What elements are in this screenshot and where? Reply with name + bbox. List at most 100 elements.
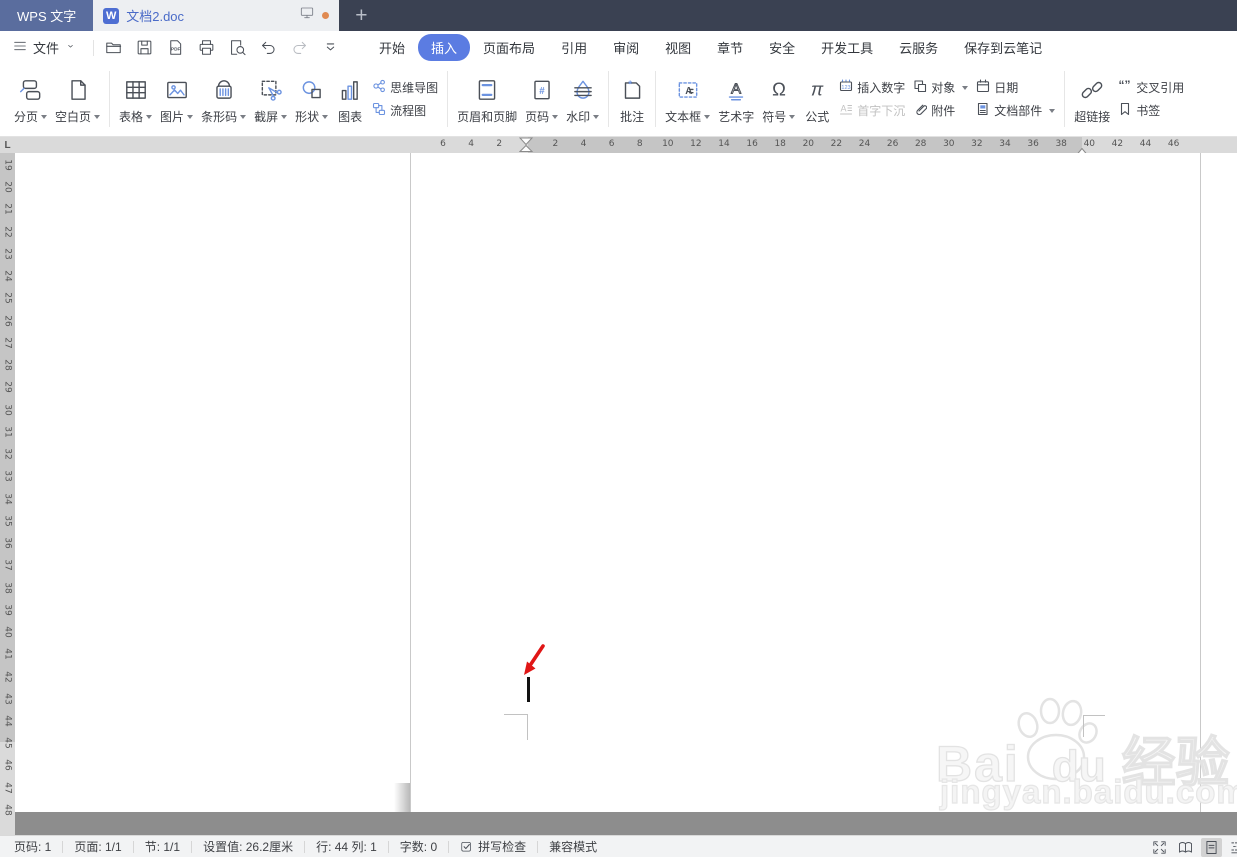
v-ruler-number: 42 — [2, 670, 13, 683]
h-ruler-number: 34 — [999, 139, 1011, 149]
monitor-icon — [301, 7, 314, 19]
line-col-status[interactable]: 行: 44 列: 1 — [316, 838, 377, 855]
v-ruler-number: 23 — [2, 248, 13, 260]
mindmap-button[interactable]: 思维导图 — [372, 79, 438, 96]
formula-label-row: 公式 — [805, 108, 829, 125]
hyperlink-button[interactable]: 超链接 — [1070, 68, 1114, 130]
tab-insert[interactable]: 插入 — [418, 34, 471, 61]
flowchart-button[interactable]: 流程图 — [372, 102, 438, 119]
object-icon — [914, 80, 927, 93]
print-preview-icon — [231, 40, 246, 56]
tab-cloud-service[interactable]: 云服务 — [886, 34, 951, 61]
more-chevron-button[interactable] — [317, 35, 344, 60]
symbol-button[interactable]: Ω 符号 — [758, 68, 799, 130]
setting-value-status[interactable]: 设置值: 26.2厘米 — [203, 838, 293, 855]
document-tab[interactable]: W 文档2.doc — [93, 0, 340, 31]
shapes-label: 形状 — [295, 109, 320, 124]
page-count-status[interactable]: 页面: 1/1 — [74, 838, 121, 855]
svg-text:Ω: Ω — [772, 78, 786, 99]
svg-text:A: A — [685, 85, 692, 96]
wordart-icon-wrap: A — [723, 74, 749, 106]
insert-number-icon-wrap: 123 — [839, 79, 853, 96]
tab-view[interactable]: 视图 — [652, 34, 704, 61]
document-tab-title: 文档2.doc — [126, 9, 185, 24]
compat-mode-status[interactable]: 兼容模式 — [549, 838, 597, 855]
vertical-ruler[interactable]: 19 20 21 22 23 24 25 26 27 28 29 30 31 32 33 34 35 36 37 38… — [0, 153, 15, 835]
screenshot-button[interactable]: 截屏 — [250, 68, 291, 130]
export-pdf-button[interactable]: PDF — [162, 35, 189, 60]
word-count-text: 字数: 0 — [399, 840, 438, 854]
wordart-button[interactable]: A 艺术字 — [714, 68, 758, 130]
tab-security[interactable]: 安全 — [756, 34, 808, 61]
h-ruler-number: 40 — [1083, 139, 1096, 149]
v-ruler-number: 30 — [2, 403, 13, 416]
tab-review[interactable]: 审阅 — [600, 34, 652, 61]
undo-button[interactable] — [255, 35, 282, 60]
object-button[interactable]: 对象 — [913, 79, 969, 96]
monitor-icon — [299, 5, 315, 26]
ribbon-stack: “” 交叉引用 书签 — [1114, 68, 1188, 130]
table-button[interactable]: 表格 — [115, 68, 156, 130]
page-right-edge — [1200, 153, 1201, 812]
formula-button[interactable]: π 公式 — [799, 68, 835, 130]
print-preview-button[interactable] — [224, 35, 251, 60]
doc-part-icon-wrap — [976, 102, 990, 119]
header-footer-button[interactable]: 页眉和页脚 — [453, 68, 521, 130]
bookmark-button[interactable]: 书签 — [1118, 102, 1184, 119]
redo-button[interactable] — [286, 35, 313, 60]
read-mode-button[interactable] — [1175, 838, 1196, 857]
attachment-button[interactable]: 附件 — [913, 102, 968, 119]
textbox-button[interactable]: A 文本框 — [661, 68, 714, 130]
watermark-button[interactable]: 水印 — [562, 68, 603, 130]
save-button[interactable] — [131, 35, 158, 60]
chevron-down-icon — [704, 114, 711, 122]
h-ruler-number: 36 — [1027, 139, 1039, 149]
spellcheck-status[interactable]: 拼写检查 — [460, 838, 526, 855]
chart-icon — [341, 80, 358, 100]
date-button[interactable]: 日期 — [976, 79, 1055, 96]
tab-stop-selector[interactable]: L — [0, 137, 15, 153]
v-ruler-number: 46 — [2, 759, 13, 772]
document-canvas[interactable]: Bai du 经验 jingyan.baidu.com — [15, 153, 1237, 835]
tab-references[interactable]: 引用 — [548, 34, 600, 61]
page-no-status[interactable]: 页码: 1 — [14, 838, 51, 855]
tab-home[interactable]: 开始 — [366, 34, 418, 61]
picture-button[interactable]: 图片 — [156, 68, 197, 130]
print-icon — [199, 40, 214, 55]
crossref-button[interactable]: “” 交叉引用 — [1118, 78, 1185, 96]
page-break-button[interactable]: 分页 — [10, 68, 51, 130]
wps-app-tab[interactable]: WPS 文字 — [0, 0, 94, 31]
chart-button[interactable]: 图表 — [332, 68, 368, 130]
doc-part-button[interactable]: 文档部件 — [976, 102, 1056, 119]
page-number-button[interactable]: # 页码 — [521, 68, 562, 130]
blank-page-button[interactable]: 空白页 — [51, 68, 104, 130]
shapes-button[interactable]: 形状 — [291, 68, 332, 130]
dropcap-label: 首字下沉 — [857, 104, 906, 118]
outline-view-button[interactable] — [1227, 838, 1237, 857]
print-button[interactable] — [193, 35, 220, 60]
ribbon-stack: 对象 附件 — [909, 68, 972, 130]
horizontal-ruler[interactable]: 6 4 2 2 4 6 8 10 12 14 16 18 20 22 24 26 28 30 32 34 36 38 40 4… — [15, 137, 1237, 160]
outline-view-icon — [1231, 841, 1237, 853]
print-layout-button[interactable] — [1201, 837, 1222, 857]
insert-number-button[interactable]: 123 插入数字 — [839, 79, 905, 96]
h-ruler-number: 4 — [468, 139, 474, 149]
tab-page-layout[interactable]: 页面布局 — [470, 34, 548, 61]
h-ruler-number: 24 — [858, 139, 871, 149]
section-count-status[interactable]: 节: 1/1 — [145, 838, 180, 855]
word-count-status[interactable]: 字数: 0 — [400, 838, 437, 855]
folder-open-button[interactable] — [100, 35, 127, 60]
tab-dev-tools[interactable]: 开发工具 — [808, 34, 886, 61]
menu-tabs: 开始 插入 页面布局 引用 审阅 视图 章节 安全 开发工具 云服务 保存到云笔记 — [366, 34, 1055, 61]
file-menu-button[interactable]: 文件 — [12, 38, 87, 57]
new-tab-button[interactable]: + — [339, 0, 383, 31]
tab-save-to-cloud-note[interactable]: 保存到云笔记 — [951, 34, 1055, 61]
fullscreen-button[interactable] — [1149, 838, 1170, 857]
comment-label-row: 批注 — [620, 108, 644, 125]
barcode-button[interactable]: 条形码 — [197, 68, 250, 130]
section-count-text: 节: 1/1 — [144, 840, 181, 854]
screenshot-label: 截屏 — [254, 109, 279, 124]
read-mode-icon — [1179, 841, 1192, 853]
comment-button[interactable]: * 批注 — [614, 68, 650, 130]
tab-section[interactable]: 章节 — [704, 34, 756, 61]
